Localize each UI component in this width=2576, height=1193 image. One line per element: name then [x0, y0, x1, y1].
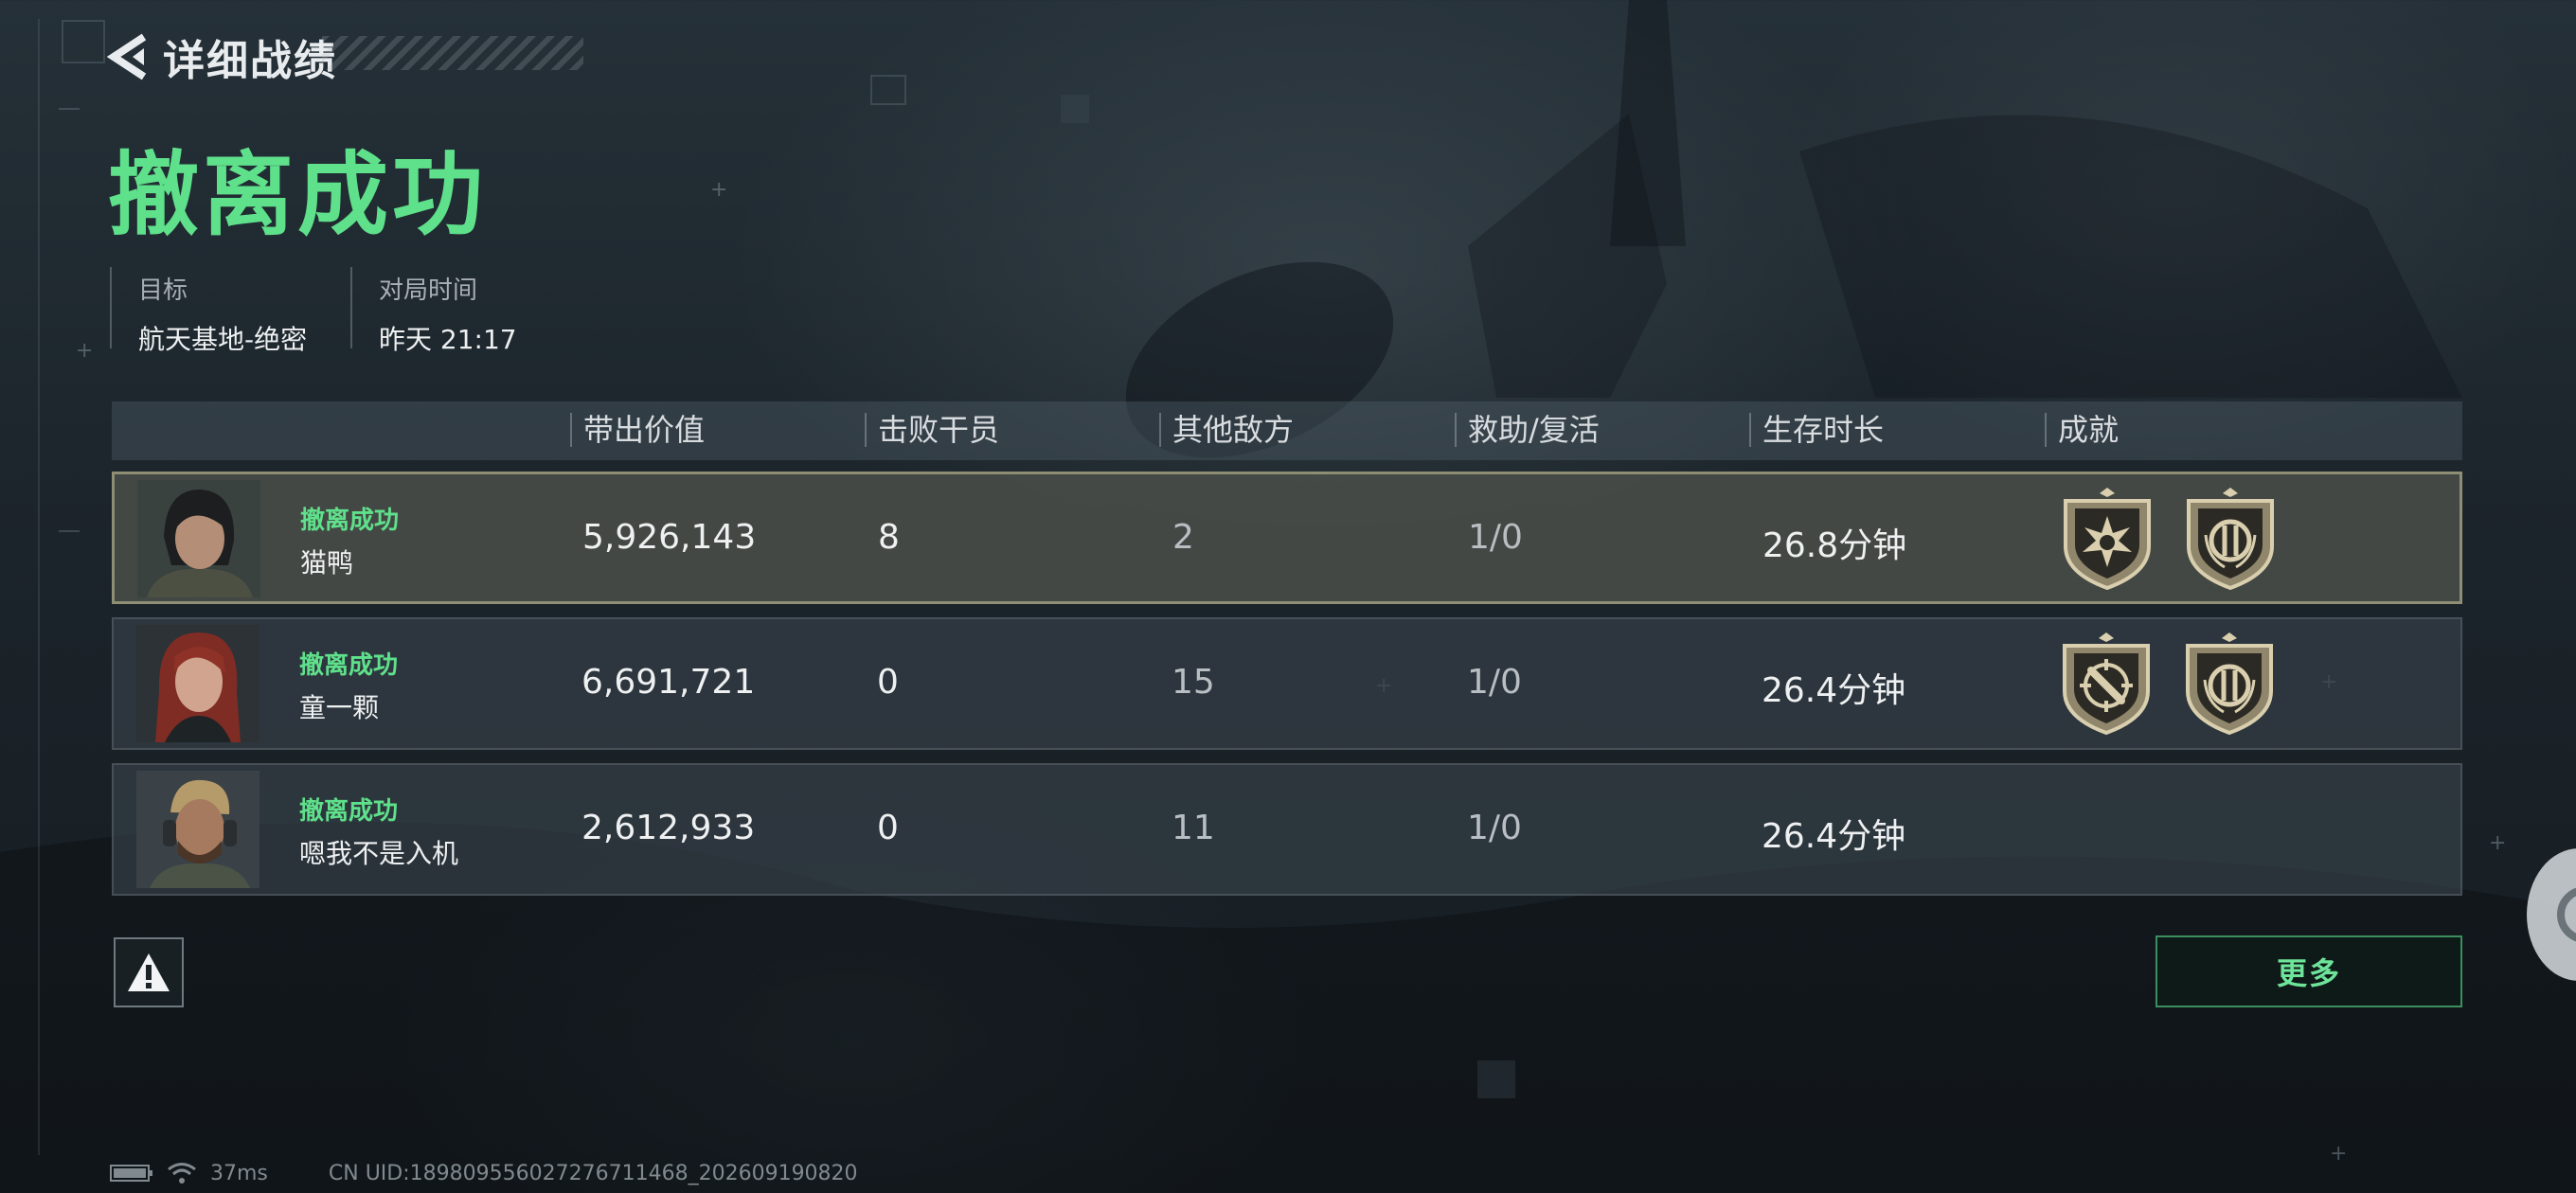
crosshair-badge-icon[interactable]: [2057, 632, 2156, 737]
table-row[interactable]: 撤离成功 猫鸭 5,926,143 8 2 1/0 26.8分钟: [112, 472, 2462, 604]
target-value: 航天基地-绝密: [138, 324, 308, 355]
carried-value: 6,691,721: [581, 663, 756, 702]
column-header-other-enemies: 其他敌方: [1159, 413, 1294, 447]
laurel-badge-icon[interactable]: [2181, 488, 2280, 592]
page-title: 详细战绩: [163, 37, 337, 85]
column-header-assist: 救助/复活: [1455, 413, 1600, 447]
ping-value: 37ms: [210, 1161, 268, 1185]
table-header: 带出价值 击败干员 其他敌方 救助/复活 生存时长 成就: [112, 401, 2462, 460]
column-header-achievements: 成就: [2045, 413, 2119, 447]
uid-text: CN UID:18980955602727671146​8_2026091908…: [328, 1161, 858, 1185]
column-header-survival: 生存时长: [1749, 413, 1884, 447]
other-enemies-value: 2: [1172, 518, 1194, 557]
player-status: 撤离成功: [300, 507, 400, 535]
player-name: 童一颗: [299, 692, 380, 723]
carried-value: 2,612,933: [581, 809, 756, 847]
player-name: 嗯我不是入机: [299, 838, 459, 869]
status-footer: 37ms CN UID:18980955602727671146​8_20260…: [110, 1161, 858, 1185]
crosshair-mark: +: [2330, 1142, 2348, 1166]
target-info: 目标 航天基地-绝密: [110, 267, 307, 355]
more-button-label: 更多: [2276, 955, 2341, 991]
wifi-icon: [168, 1163, 196, 1184]
rail-tick: [59, 530, 80, 532]
back-button[interactable]: 详细战绩: [106, 27, 337, 87]
player-status: 撤离成功: [299, 651, 399, 680]
title-stripes: [322, 36, 583, 70]
target-label: 目标: [138, 276, 188, 305]
kills-value: 0: [877, 809, 899, 847]
avatar: [137, 480, 260, 597]
survival-value: 26.4分钟: [1762, 671, 1906, 710]
kills-value: 0: [877, 663, 899, 702]
left-rail: [38, 19, 40, 1155]
kills-value: 8: [878, 518, 900, 557]
result-title: 撤离成功: [108, 142, 487, 248]
warning-icon: [128, 953, 170, 991]
crosshair-mark: +: [2489, 831, 2507, 855]
assist-value: 1/0: [1467, 663, 1522, 702]
crosshair-mark: +: [76, 339, 94, 363]
back-arrow-icon: [106, 33, 147, 80]
rail-tick: [59, 108, 80, 110]
survival-value: 26.8分钟: [1762, 526, 1907, 565]
column-header-kills: 击败干员: [865, 413, 999, 447]
column-header-value: 带出价值: [570, 413, 705, 447]
assist-value: 1/0: [1467, 809, 1522, 847]
report-button[interactable]: [114, 937, 184, 1007]
laurel-badge-icon[interactable]: [2180, 632, 2279, 737]
match-time-info: 对局时间 昨天 21:17: [350, 267, 517, 355]
other-enemies-value: 15: [1172, 663, 1215, 702]
crosshair-mark: +: [710, 178, 728, 202]
match-time-value: 昨天 21:17: [379, 324, 517, 355]
survival-value: 26.4分钟: [1762, 817, 1906, 856]
player-status: 撤离成功: [299, 797, 399, 826]
match-time-label: 对局时间: [379, 276, 478, 305]
table-row[interactable]: 撤离成功 童一颗 6,691,721 0 15 1/0 26.4分钟: [112, 617, 2462, 750]
avatar: [136, 771, 259, 888]
assist-value: 1/0: [1468, 518, 1523, 557]
player-name: 猫鸭: [300, 547, 354, 579]
avatar: [136, 625, 259, 742]
other-enemies-value: 11: [1172, 809, 1215, 847]
battery-icon: [110, 1165, 152, 1182]
carried-value: 5,926,143: [582, 518, 757, 557]
sunburst-badge-icon[interactable]: [2058, 488, 2156, 592]
more-button[interactable]: 更多: [2156, 935, 2462, 1007]
table-row[interactable]: 撤离成功 嗯我不是入机 2,612,933 0 11 1/0 26.4分钟: [112, 763, 2462, 896]
